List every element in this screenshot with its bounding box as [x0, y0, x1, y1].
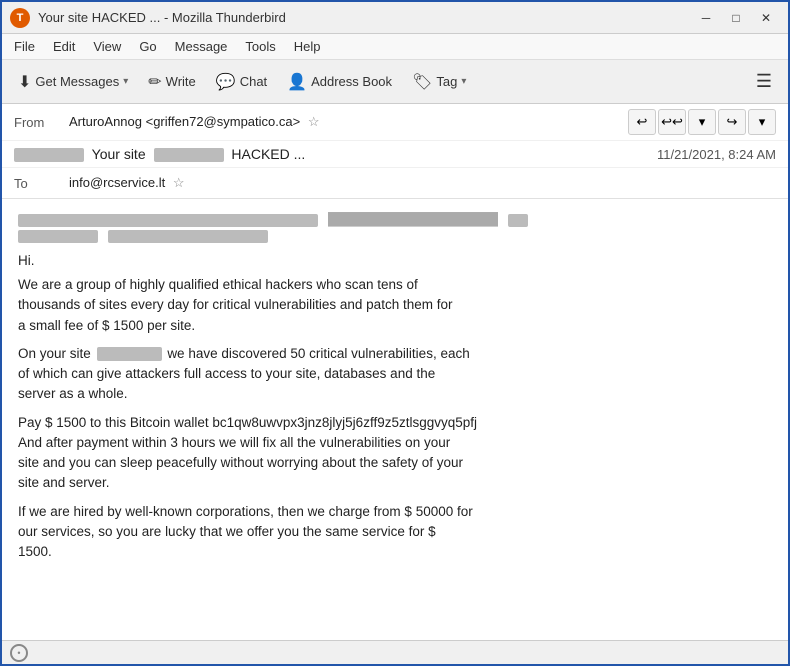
blurred-link: ████████████████████ — [328, 212, 498, 226]
to-row: To info@rcservice.lt ☆ — [2, 168, 788, 198]
subject-value: Your site HACKED ... — [14, 146, 657, 162]
tag-dropdown-icon[interactable]: ▾ — [461, 76, 466, 87]
address-book-icon: 👤 — [287, 72, 307, 92]
get-messages-dropdown-icon[interactable]: ▾ — [123, 76, 128, 87]
subject-redacted-1 — [14, 148, 84, 162]
to-label: To — [14, 176, 69, 191]
subject-redacted-2 — [154, 148, 224, 162]
menu-edit[interactable]: Edit — [45, 37, 83, 56]
titlebar: T Your site HACKED ... - Mozilla Thunder… — [2, 2, 788, 34]
write-button[interactable]: ✏ Write — [140, 68, 204, 96]
menu-tools[interactable]: Tools — [237, 37, 283, 56]
from-value: ArturoAnnog <griffen72@sympatico.ca> ☆ — [69, 114, 628, 130]
hamburger-menu-button[interactable]: ☰ — [748, 66, 780, 98]
titlebar-left: T Your site HACKED ... - Mozilla Thunder… — [10, 8, 286, 28]
tag-label: Tag — [436, 74, 457, 89]
toolbar: ⬇ Get Messages ▾ ✏ Write 💬 Chat 👤 Addres… — [2, 60, 788, 104]
email-date: 11/21/2021, 8:24 AM — [657, 147, 776, 162]
paragraph-1: We are a group of highly qualified ethic… — [18, 275, 772, 336]
from-actions: ↩ ↩↩ ▾ ↪ ▾ — [628, 109, 776, 135]
connection-status-icon: • — [10, 644, 28, 662]
more-dropdown-button[interactable]: ▾ — [748, 109, 776, 135]
menu-go[interactable]: Go — [131, 37, 164, 56]
app-icon: T — [10, 8, 30, 28]
get-messages-button[interactable]: ⬇ Get Messages ▾ — [10, 68, 136, 96]
minimize-button[interactable]: ─ — [692, 7, 720, 29]
site-redacted — [97, 347, 162, 361]
from-label: From — [14, 115, 69, 130]
subject-row: Your site HACKED ... 11/21/2021, 8:24 AM — [2, 141, 788, 168]
blurred-name — [18, 230, 98, 243]
reply-button[interactable]: ↩ — [628, 109, 656, 135]
to-value: info@rcservice.lt ☆ — [69, 175, 776, 191]
greeting: Hi. — [18, 251, 772, 271]
chat-icon: 💬 — [216, 72, 236, 92]
to-star-icon[interactable]: ☆ — [173, 175, 185, 190]
email-body: ████████████████████ Hi. We are a group … — [2, 199, 788, 640]
menu-view[interactable]: View — [85, 37, 129, 56]
maximize-button[interactable]: □ — [722, 7, 750, 29]
paragraph-3: Pay $ 1500 to this Bitcoin wallet bc1qw8… — [18, 413, 772, 494]
window-title: Your site HACKED ... - Mozilla Thunderbi… — [38, 10, 286, 25]
blurred-line-1 — [18, 214, 318, 227]
menu-message[interactable]: Message — [167, 37, 236, 56]
forward-button[interactable]: ↪ — [718, 109, 746, 135]
paragraph-4: If we are hired by well-known corporatio… — [18, 502, 772, 563]
menu-file[interactable]: File — [6, 37, 43, 56]
paragraph-2: On your site we have discovered 50 criti… — [18, 344, 772, 405]
reply-all-button[interactable]: ↩↩ — [658, 109, 686, 135]
address-book-button[interactable]: 👤 Address Book — [279, 68, 400, 96]
more-actions-dropdown[interactable]: ▾ — [688, 109, 716, 135]
chat-button[interactable]: 💬 Chat — [208, 68, 275, 96]
blurred-email — [108, 230, 268, 243]
tag-button[interactable]: 🏷 Tag ▾ — [404, 68, 474, 96]
statusbar: • — [2, 640, 788, 664]
menu-help[interactable]: Help — [286, 37, 329, 56]
titlebar-controls: ─ □ ✕ — [692, 7, 780, 29]
email-blurred-header: ████████████████████ — [18, 211, 772, 245]
write-label: Write — [166, 74, 196, 89]
email-header: From ArturoAnnog <griffen72@sympatico.ca… — [2, 104, 788, 199]
get-messages-icon: ⬇ — [18, 72, 31, 92]
tag-icon: 🏷 — [412, 72, 432, 92]
from-star-icon[interactable]: ☆ — [308, 114, 320, 129]
get-messages-label: Get Messages — [35, 74, 119, 89]
menubar: File Edit View Go Message Tools Help — [2, 34, 788, 60]
from-row: From ArturoAnnog <griffen72@sympatico.ca… — [2, 104, 788, 141]
blurred-suffix — [508, 214, 528, 227]
write-icon: ✏ — [148, 72, 161, 92]
chat-label: Chat — [240, 74, 267, 89]
address-book-label: Address Book — [311, 74, 392, 89]
close-button[interactable]: ✕ — [752, 7, 780, 29]
